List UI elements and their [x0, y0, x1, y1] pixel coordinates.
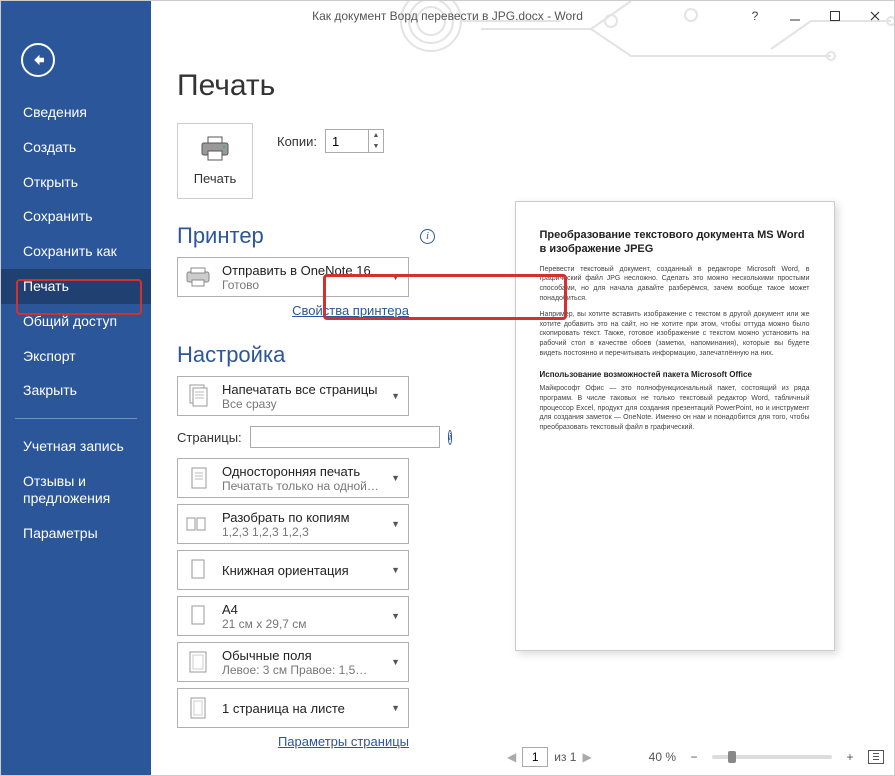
backstage-sidebar: Сведения Создать Открыть Сохранить Сохра… — [1, 1, 151, 775]
pages-input[interactable] — [250, 426, 440, 448]
orientation-dropdown[interactable]: Книжная ориентация ▼ — [177, 550, 409, 590]
duplex-sub: Печатать только на одной… — [222, 479, 379, 493]
print-button-label: Печать — [194, 171, 237, 186]
chevron-down-icon: ▼ — [389, 565, 402, 575]
margins-title: Обычные поля — [222, 648, 379, 663]
preview-subheading: Использование возможностей пакета Micros… — [540, 369, 810, 380]
printer-info-icon[interactable]: i — [420, 229, 435, 244]
nav-feedback[interactable]: Отзывы и предложения — [1, 464, 151, 516]
collate-sub: 1,2,3 1,2,3 1,2,3 — [222, 525, 379, 539]
chevron-down-icon: ▼ — [389, 611, 402, 621]
print-range-title: Напечатать все страницы — [222, 382, 379, 397]
help-button[interactable]: ? — [742, 5, 768, 27]
back-button[interactable] — [21, 43, 55, 77]
printer-properties-link[interactable]: Свойства принтера — [177, 303, 409, 318]
page-setup-link[interactable]: Параметры страницы — [177, 734, 409, 749]
nav-new[interactable]: Создать — [1, 130, 151, 165]
printer-dropdown[interactable]: Отправить в OneNote 16 Готово ▼ — [177, 257, 409, 297]
printer-heading: Принтер — [177, 223, 264, 249]
nav-info[interactable]: Сведения — [1, 95, 151, 130]
print-button[interactable]: Печать — [177, 123, 253, 199]
one-sided-icon — [184, 464, 212, 492]
one-per-sheet-icon — [184, 694, 212, 722]
nav-save-as[interactable]: Сохранить как — [1, 234, 151, 269]
nav-print[interactable]: Печать — [1, 269, 151, 304]
printer-device-icon — [184, 263, 212, 291]
duplex-title: Односторонняя печать — [222, 464, 379, 479]
settings-heading: Настройка — [177, 342, 285, 368]
nav-account[interactable]: Учетная запись — [1, 429, 151, 464]
collate-dropdown[interactable]: Разобрать по копиям 1,2,3 1,2,3 1,2,3 ▼ — [177, 504, 409, 544]
copies-label: Копии: — [277, 134, 317, 149]
nav-export[interactable]: Экспорт — [1, 339, 151, 374]
chevron-down-icon: ▼ — [389, 703, 402, 713]
margins-dropdown[interactable]: Обычные поля Левое: 3 см Правое: 1,5… ▼ — [177, 642, 409, 682]
pages-all-icon — [184, 382, 212, 410]
margins-sub: Левое: 3 см Правое: 1,5… — [222, 663, 379, 677]
copies-up[interactable]: ▲ — [369, 130, 383, 141]
paper-sub: 21 см x 29,7 см — [222, 617, 379, 631]
chevron-down-icon: ▼ — [389, 473, 402, 483]
preview-heading: Преобразование текстового документа MS W… — [540, 228, 810, 257]
chevron-down-icon: ▼ — [389, 519, 402, 529]
preview-p2: Например, вы хотите вставить изображение… — [540, 310, 810, 359]
print-preview: Преобразование текстового документа MS W… — [465, 69, 884, 775]
maximize-button[interactable] — [822, 5, 848, 27]
paper-title: A4 — [222, 602, 379, 617]
chevron-down-icon: ▼ — [389, 391, 402, 401]
copies-stepper[interactable]: ▲ ▼ — [325, 129, 384, 153]
nav-save[interactable]: Сохранить — [1, 199, 151, 234]
paper-icon — [184, 602, 212, 630]
printer-icon — [200, 136, 230, 165]
preview-p1: Перевести текстовый документ, созданный … — [540, 265, 810, 304]
minimize-button[interactable] — [782, 5, 808, 27]
nav-options[interactable]: Параметры — [1, 516, 151, 551]
chevron-down-icon: ▼ — [389, 657, 402, 667]
chevron-down-icon: ▼ — [389, 272, 402, 282]
close-button[interactable] — [862, 5, 888, 27]
duplex-dropdown[interactable]: Односторонняя печать Печатать только на … — [177, 458, 409, 498]
collate-title: Разобрать по копиям — [222, 510, 379, 525]
print-range-dropdown[interactable]: Напечатать все страницы Все сразу ▼ — [177, 376, 409, 416]
page-title: Печать — [177, 69, 435, 103]
preview-page: Преобразование текстового документа MS W… — [515, 201, 835, 651]
main-content: Печать Печать Копии: — [151, 1, 894, 775]
pages-info-icon[interactable]: i — [448, 430, 453, 445]
printer-name: Отправить в OneNote 16 — [222, 263, 379, 278]
per-sheet-title: 1 страница на листе — [222, 701, 379, 716]
pages-label: Страницы: — [177, 430, 242, 445]
copies-input[interactable] — [326, 130, 368, 152]
print-range-sub: Все сразу — [222, 397, 379, 411]
preview-p3: Майкрософт Офис — это полнофункциональны… — [540, 384, 810, 433]
margins-icon — [184, 648, 212, 676]
paper-dropdown[interactable]: A4 21 см x 29,7 см ▼ — [177, 596, 409, 636]
collate-icon — [184, 510, 212, 538]
nav-close[interactable]: Закрыть — [1, 373, 151, 408]
printer-status: Готово — [222, 278, 379, 292]
copies-down[interactable]: ▼ — [369, 141, 383, 152]
pages-per-sheet-dropdown[interactable]: 1 страница на листе ▼ — [177, 688, 409, 728]
nav-separator — [15, 418, 137, 419]
nav-share[interactable]: Общий доступ — [1, 304, 151, 339]
titlebar: Как документ Ворд перевести в JPG.docx -… — [1, 1, 894, 31]
nav-open[interactable]: Открыть — [1, 165, 151, 200]
portrait-icon — [184, 556, 212, 584]
orientation-title: Книжная ориентация — [222, 563, 379, 578]
